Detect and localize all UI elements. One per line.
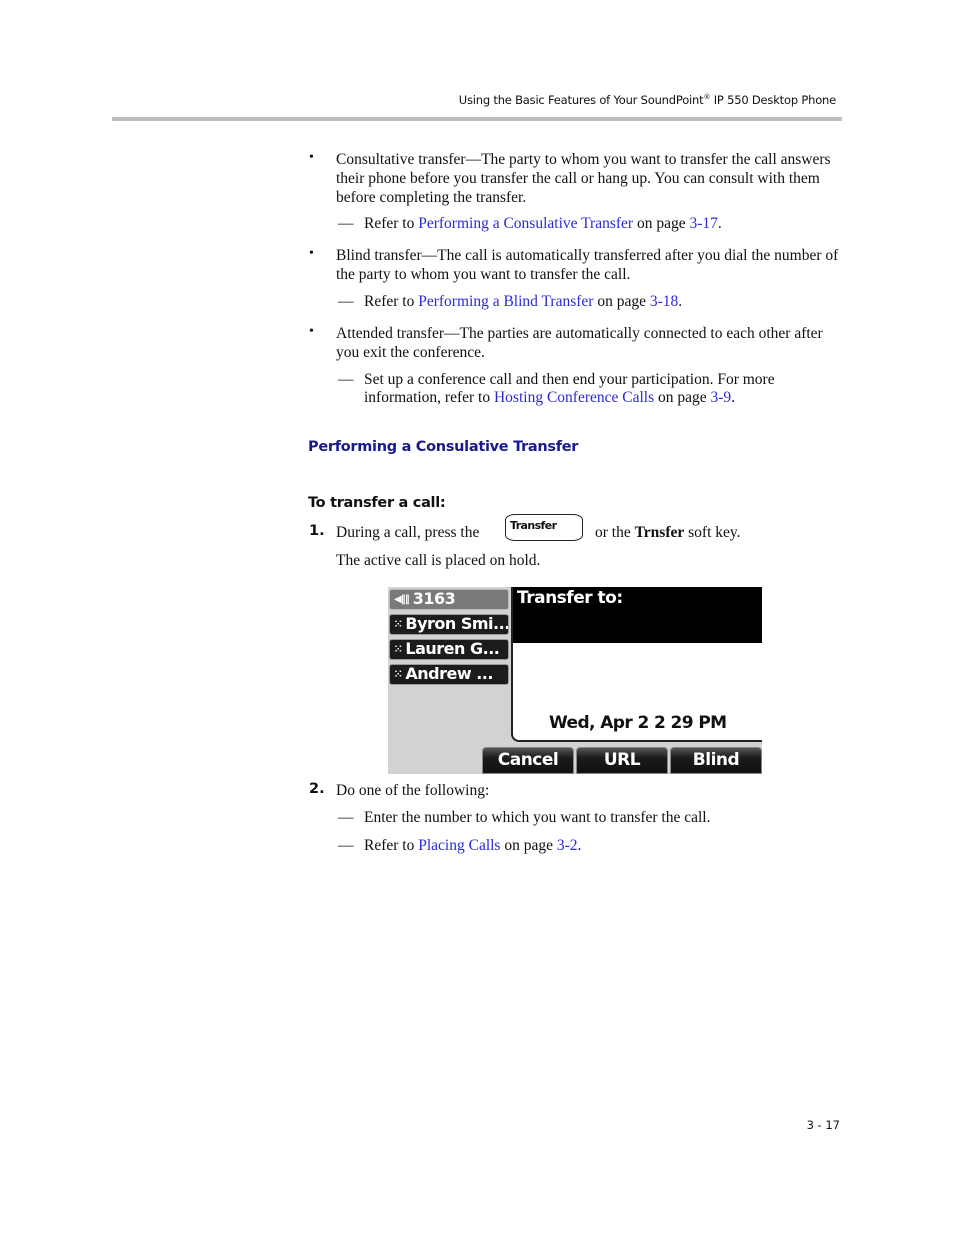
sub-text: .	[731, 389, 736, 406]
procedure-title: To transfer a call:	[308, 495, 446, 511]
running-header-text-end: IP 550 Desktop Phone	[710, 93, 836, 107]
transfer-hardkey-icon: Transfer	[505, 514, 583, 541]
step-2-text: Do one of the following:	[336, 782, 490, 799]
bullet-icon: •	[309, 324, 314, 339]
line-key-lauren: ⁙ Lauren G...	[389, 639, 509, 660]
bullet-consultative-transfer: Consultative transfer—The party to whom …	[336, 151, 831, 206]
link-performing-consulative-transfer[interactable]: Performing a Consulative Transfer	[418, 215, 633, 232]
link-placing-calls[interactable]: Placing Calls	[418, 837, 500, 854]
section-title: Performing a Consulative Transfer	[308, 439, 579, 455]
dash-icon: —	[338, 293, 354, 310]
sub-text: .	[678, 293, 683, 310]
dash-icon: —	[338, 371, 354, 388]
screen-datetime: Wed, Apr 2 2 29 PM	[549, 713, 727, 733]
link-page-3-18[interactable]: 3-18	[650, 293, 678, 310]
link-page-3-2[interactable]: 3-2	[557, 837, 578, 854]
phone-screen-image: ◀‖‖ 3163 ⁙ Byron Smi... ⁙ Lauren G... ⁙ Andr…	[388, 587, 762, 774]
step-text: During a call, press the	[336, 524, 480, 541]
speed-dial-icon: ⁙	[394, 644, 402, 655]
dash-icon: —	[338, 809, 354, 826]
sub-text: on page	[593, 293, 650, 310]
bullet-icon: •	[309, 150, 314, 165]
dash-icon: —	[338, 215, 354, 232]
sub-item: Refer to Performing a Blind Transfer on …	[364, 293, 844, 311]
line-key-label: Lauren G...	[405, 639, 500, 658]
header-rule	[112, 117, 842, 121]
step-number: 1.	[309, 523, 325, 539]
screen-main-area: Transfer to: Wed, Apr 2 2 29 PM	[511, 587, 762, 742]
page-number: 3 - 17	[806, 1118, 840, 1132]
screen-title: Transfer to:	[517, 588, 623, 608]
sub-item: Enter the number to which you want to tr…	[364, 809, 711, 826]
sub-text: .	[577, 837, 582, 854]
link-page-3-9[interactable]: 3-9	[711, 389, 732, 406]
running-header: Using the Basic Features of Your SoundPo…	[420, 93, 836, 107]
step-text: or the	[595, 524, 635, 541]
sub-text: Refer to	[364, 837, 419, 854]
softkey-name: Trnsfer	[634, 524, 685, 541]
step-text: soft key.	[684, 524, 741, 541]
sub-text: on page	[633, 215, 690, 232]
softkey-blind: Blind	[670, 747, 762, 774]
line-key-byron: ⁙ Byron Smi...	[389, 614, 509, 635]
line-key-3163: ◀‖‖ 3163	[389, 589, 509, 610]
speaker-line-icon: ◀‖‖	[394, 594, 410, 605]
softkey-cancel: Cancel	[482, 747, 574, 774]
bullet-icon: •	[309, 246, 314, 261]
sub-item: Set up a conference call and then end yo…	[364, 371, 844, 407]
step-1-text-end: or the Trnsfer soft key.	[595, 523, 845, 542]
link-page-3-17[interactable]: 3-17	[689, 215, 717, 232]
softkey-url: URL	[576, 747, 668, 774]
sub-text: Refer to	[364, 293, 419, 310]
link-performing-blind-transfer[interactable]: Performing a Blind Transfer	[418, 293, 593, 310]
step-number: 2.	[309, 781, 325, 797]
sub-item: Refer to Performing a Consulative Transf…	[364, 215, 844, 233]
link-hosting-conference-calls[interactable]: Hosting Conference Calls	[494, 389, 654, 406]
line-key-andrew: ⁙ Andrew ...	[389, 664, 509, 685]
step-1-result: The active call is placed on hold.	[336, 552, 541, 569]
line-key-label: 3163	[412, 589, 456, 608]
sub-text: on page	[500, 837, 557, 854]
bullet-blind-transfer: Blind transfer—The call is automatically…	[336, 247, 839, 283]
sub-text: Refer to	[364, 215, 419, 232]
sub-text: .	[717, 215, 722, 232]
bullet-attended-transfer: Attended transfer—The parties are automa…	[336, 325, 823, 361]
line-key-label: Andrew ...	[405, 664, 493, 683]
dash-icon: —	[338, 837, 354, 854]
speed-dial-icon: ⁙	[394, 669, 402, 680]
line-key-label: Byron Smi...	[405, 614, 509, 633]
hardkey-label: Transfer	[510, 519, 557, 532]
speed-dial-icon: ⁙	[394, 619, 402, 630]
screen-title-bar: Transfer to:	[513, 587, 762, 643]
sub-item: Refer to Placing Calls on page 3-2.	[364, 837, 844, 855]
running-header-text: Using the Basic Features of Your SoundPo…	[458, 93, 704, 107]
sub-text: on page	[654, 389, 711, 406]
